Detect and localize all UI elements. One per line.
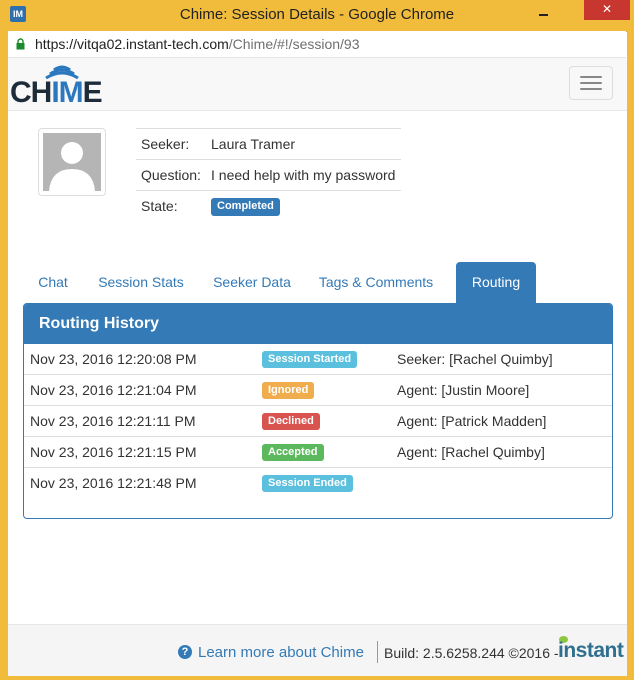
lock-icon	[16, 38, 25, 50]
table-row: Nov 23, 2016 12:21:15 PM Accepted Agent:…	[24, 437, 612, 468]
state-label: State:	[136, 190, 206, 221]
logo-text: CHIME	[10, 76, 103, 110]
question-label: Question:	[136, 159, 206, 191]
instant-logo[interactable]: instant	[558, 639, 624, 663]
table-row: Nov 23, 2016 12:21:11 PM Declined Agent:…	[24, 406, 612, 437]
row-participant: Agent: [Justin Moore]	[397, 382, 530, 398]
row-participant: Seeker: [Rachel Quimby]	[397, 351, 553, 367]
state-cell: Completed	[206, 190, 401, 221]
table-row: Nov 23, 2016 12:21:48 PM Session Ended	[24, 468, 612, 498]
avatar	[38, 128, 106, 196]
state-row: State: Completed	[136, 190, 401, 221]
tab-chat[interactable]: Chat	[22, 262, 84, 302]
status-badge: Accepted	[262, 444, 324, 461]
seeker-row: Seeker: Laura Tramer	[136, 128, 401, 160]
panel-title: Routing History	[24, 304, 612, 344]
tab-routing[interactable]: Routing	[456, 262, 536, 304]
footer: ? Learn more about Chime Build: 2.5.6258…	[8, 624, 627, 676]
window-frame-left	[0, 31, 8, 680]
window-frame-right	[627, 31, 634, 680]
table-row: Nov 23, 2016 12:21:04 PM Ignored Agent: …	[24, 375, 612, 406]
row-time: Nov 23, 2016 12:21:15 PM	[30, 444, 197, 460]
seeker-label: Seeker:	[136, 128, 206, 160]
session-tabs: Chat Session Stats Seeker Data Tags & Co…	[22, 262, 614, 304]
navbar: CHIME	[8, 58, 627, 111]
seeker-value: Laura Tramer	[206, 128, 401, 160]
address-bar[interactable]: https://vitqa02.instant-tech.com/Chime/#…	[8, 31, 626, 58]
routing-history-panel: Routing History Nov 23, 2016 12:20:08 PM…	[23, 303, 613, 519]
close-button[interactable]: ✕	[584, 0, 630, 20]
hamburger-bar	[580, 88, 602, 90]
row-time: Nov 23, 2016 12:20:08 PM	[30, 351, 197, 367]
build-info: Build: 2.5.6258.244 ©2016 -	[384, 645, 559, 661]
status-badge: Ignored	[262, 382, 315, 399]
session-info-table: Seeker: Laura Tramer Question: I need he…	[136, 128, 401, 221]
tab-tags-comments[interactable]: Tags & Comments	[312, 262, 440, 302]
hamburger-menu-button[interactable]	[569, 66, 613, 100]
learn-more-link[interactable]: Learn more about Chime	[198, 644, 364, 661]
tab-seeker-data[interactable]: Seeker Data	[200, 262, 304, 302]
status-badge: Declined	[262, 413, 320, 430]
logo-text-im: IM	[51, 76, 83, 109]
status-badge: Session Ended	[262, 475, 353, 492]
row-time: Nov 23, 2016 12:21:11 PM	[30, 413, 196, 429]
minimize-icon[interactable]	[539, 14, 548, 16]
url-host: https://vitqa02.instant-tech.com	[35, 36, 229, 52]
hamburger-bar	[580, 82, 602, 84]
logo-text-e: E	[82, 76, 103, 109]
window-titlebar: IM Chime: Session Details - Google Chrom…	[0, 0, 634, 32]
status-badge: Completed	[211, 198, 280, 216]
user-silhouette-icon	[43, 133, 101, 191]
table-row: Nov 23, 2016 12:20:08 PM Session Started…	[24, 344, 612, 375]
question-row: Question: I need help with my password	[136, 159, 401, 191]
footer-divider	[377, 641, 378, 663]
row-participant: Agent: [Rachel Quimby]	[397, 444, 545, 460]
status-badge: Session Started	[262, 351, 358, 368]
row-participant: Agent: [Patrick Madden]	[397, 413, 547, 429]
row-time: Nov 23, 2016 12:21:48 PM	[30, 475, 197, 491]
logo-text-ch: CH	[10, 76, 52, 109]
url-text[interactable]: https://vitqa02.instant-tech.com/Chime/#…	[35, 36, 360, 52]
row-time: Nov 23, 2016 12:21:04 PM	[30, 382, 197, 398]
question-circle-icon[interactable]: ?	[178, 645, 192, 659]
tab-session-stats[interactable]: Session Stats	[88, 262, 194, 302]
hamburger-bar	[580, 76, 602, 78]
question-value: I need help with my password	[206, 159, 401, 191]
chime-logo[interactable]: CHIME	[10, 62, 110, 110]
url-path: /Chime/#!/session/93	[228, 36, 360, 52]
